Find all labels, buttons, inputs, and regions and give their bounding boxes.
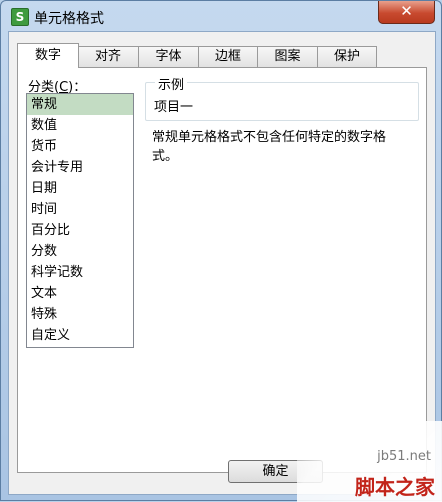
tab-alignment[interactable]: 对齐 [77,46,139,67]
tab-font[interactable]: 字体 [138,46,199,67]
category-item-currency[interactable]: 货币 [27,136,133,157]
category-item-number[interactable]: 数值 [27,115,133,136]
tab-number[interactable]: 数字 [17,43,79,68]
close-button[interactable]: ✕ [378,1,435,24]
category-item-custom[interactable]: 自定义 [27,325,133,346]
category-item-scientific[interactable]: 科学记数 [27,262,133,283]
category-item-date[interactable]: 日期 [27,178,133,199]
dialog-title: 单元格格式 [34,11,104,27]
spreadsheet-app-icon: S [11,8,29,26]
watermark-domain: jb51.net [377,449,431,464]
sample-group: 示例 项目一 [145,74,419,121]
category-item-text[interactable]: 文本 [27,283,133,304]
watermark-text: 脚本之家 [355,475,435,499]
category-item-fraction[interactable]: 分数 [27,241,133,262]
tab-border[interactable]: 边框 [198,46,258,67]
number-tab-panel: 分类(C)： 常规 数值 货币 会计专用 日期 时间 百分比 分数 科学记数 文… [17,67,427,473]
sample-legend: 示例 [155,74,188,93]
category-item-accounting[interactable]: 会计专用 [27,157,133,178]
category-item-special[interactable]: 特殊 [27,304,133,325]
category-list[interactable]: 常规 数值 货币 会计专用 日期 时间 百分比 分数 科学记数 文本 特殊 自定… [26,93,134,348]
title-bar[interactable]: S 单元格格式 ✕ [1,1,441,31]
tab-pattern[interactable]: 图案 [257,46,318,67]
category-item-percentage[interactable]: 百分比 [27,220,133,241]
tab-protection[interactable]: 保护 [317,46,377,67]
site-watermark: jb51.net 脚本之家 [297,421,442,502]
dialog-window: S 单元格格式 ✕ 数字 对齐 字体 边框 图案 保护 分类(C)： 常规 数值… [0,0,442,502]
category-item-general[interactable]: 常规 [27,94,133,115]
sample-value: 项目一 [154,100,194,115]
format-description: 常规单元格格式不包含任何特定的数字格式。 [152,130,387,164]
category-item-time[interactable]: 时间 [27,199,133,220]
